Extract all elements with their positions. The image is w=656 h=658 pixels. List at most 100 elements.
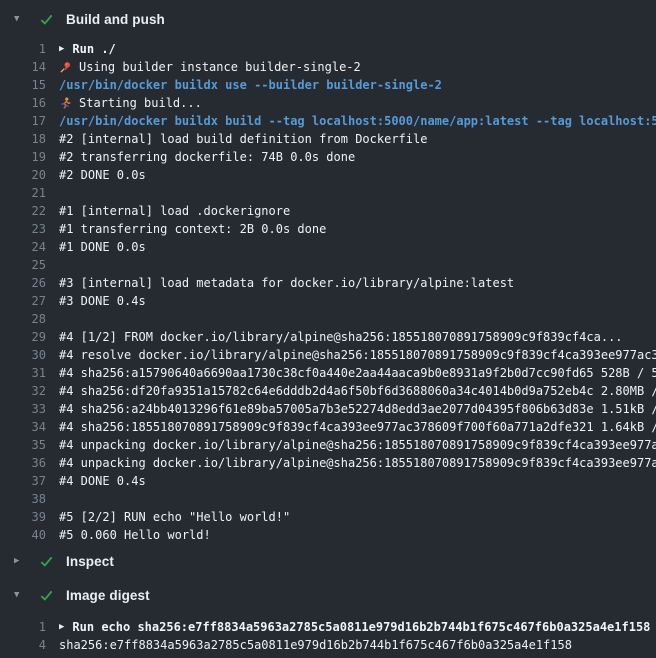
line-number[interactable]: 18 (0, 130, 46, 148)
line-number[interactable]: 15 (0, 76, 46, 94)
line-number[interactable]: 23 (0, 220, 46, 238)
chevron-right-icon: ▶ (14, 557, 27, 566)
log-line-content: #1 transferring context: 2B 0.0s done (59, 220, 326, 238)
line-number[interactable]: 28 (0, 310, 46, 328)
line-number[interactable]: 40 (0, 526, 46, 544)
log-line-text: #2 transferring dockerfile: 74B 0.0s don… (59, 148, 355, 166)
line-number[interactable]: 24 (0, 238, 46, 256)
log-line-text: #5 0.060 Hello world! (59, 526, 211, 544)
log-line-content: ▶ Run echo sha256:e7ff8834a5963a2785c5a08… (59, 618, 650, 636)
log-line-text: Run echo sha256:e7ff8834a5963a2785c5a081… (72, 618, 650, 636)
log-line-text: #4 sha256:185518070891758909c9f839cf4ca3… (59, 418, 656, 436)
line-number[interactable]: 20 (0, 166, 46, 184)
log-line-content: #4 sha256:a24bb4013296f61e89ba57005a7b3e… (59, 400, 656, 418)
log-line: 39 #5 [2/2] RUN echo "Hello world!" (0, 508, 656, 526)
log-line-content: #4 sha256:df20fa9351a15782c64e6dddb2d4a6… (59, 382, 656, 400)
pushpin-icon (59, 61, 72, 74)
log-line: 20 #2 DONE 0.0s (0, 166, 656, 184)
line-number[interactable]: 36 (0, 454, 46, 472)
log-line-content: #4 unpacking docker.io/library/alpine@sh… (59, 454, 656, 472)
log-line-text: /usr/bin/docker buildx build --tag local… (59, 112, 656, 130)
log-line: 40 #5 0.060 Hello world! (0, 526, 656, 544)
log-line-text: #4 unpacking docker.io/library/alpine@sh… (59, 454, 656, 472)
log-line: 30 #4 resolve docker.io/library/alpine@s… (0, 346, 656, 364)
section-header-build-and-push[interactable]: ▼ Build and push (0, 2, 656, 36)
log-line-content: Starting build... (59, 94, 202, 112)
log-line: 1 ▶Run ./ (0, 40, 656, 58)
log-line: 16 Starting build... (0, 94, 656, 112)
run-expander-icon[interactable]: ▶ (59, 623, 64, 632)
log-line-content: #1 [internal] load .dockerignore (59, 202, 290, 220)
line-number[interactable]: 30 (0, 346, 46, 364)
line-number[interactable]: 21 (0, 184, 46, 202)
log-lines: 1 ▶Run ./ 14 Using builder instance buil… (0, 36, 656, 544)
line-number[interactable]: 39 (0, 508, 46, 526)
log-line: 14 Using builder instance builder-single… (0, 58, 656, 76)
section-header-image-digest[interactable]: ▼ Image digest (0, 578, 656, 612)
log-line-text: #2 [internal] load build definition from… (59, 130, 427, 148)
log-line-text: #4 DONE 0.4s (59, 472, 146, 490)
log-line-content: #3 DONE 0.4s (59, 292, 146, 310)
log-line-text: #1 [internal] load .dockerignore (59, 202, 290, 220)
line-number[interactable]: 1 (0, 618, 46, 636)
section-title: Image digest (66, 588, 150, 603)
log-line: 17 /usr/bin/docker buildx build --tag lo… (0, 112, 656, 130)
log-line-content: /usr/bin/docker buildx use --builder bui… (59, 76, 442, 94)
workflow-log-viewer: ▼ Build and push 1 ▶Run ./ 14 Using buil… (0, 0, 656, 658)
line-number[interactable]: 25 (0, 256, 46, 274)
log-line-text: #4 sha256:df20fa9351a15782c64e6dddb2d4a6… (59, 382, 656, 400)
section-header-inspect[interactable]: ▶ Inspect (0, 544, 656, 578)
log-line-content: #4 sha256:185518070891758909c9f839cf4ca3… (59, 418, 656, 436)
line-number[interactable]: 34 (0, 418, 46, 436)
log-line-content: #5 0.060 Hello world! (59, 526, 211, 544)
check-icon (39, 554, 54, 569)
log-line-content: /usr/bin/docker buildx build --tag local… (59, 112, 656, 130)
log-line: 24 #1 DONE 0.0s (0, 238, 656, 256)
line-number[interactable]: 26 (0, 274, 46, 292)
log-line-text: #4 unpacking docker.io/library/alpine@sh… (59, 436, 656, 454)
line-number[interactable]: 37 (0, 472, 46, 490)
check-icon (39, 588, 54, 603)
log-line-content: #4 DONE 0.4s (59, 472, 146, 490)
section-title: Inspect (66, 554, 114, 569)
run-expander-icon[interactable]: ▶ (59, 45, 64, 54)
line-number[interactable]: 17 (0, 112, 46, 130)
log-line: 36 #4 unpacking docker.io/library/alpine… (0, 454, 656, 472)
log-line: 1 ▶ Run echo sha256:e7ff8834a5963a2785c5a… (0, 618, 656, 636)
log-line-content: #5 [2/2] RUN echo "Hello world!" (59, 508, 290, 526)
line-number[interactable]: 38 (0, 490, 46, 508)
log-section: ▶ Inspect (0, 544, 656, 578)
line-number[interactable]: 32 (0, 382, 46, 400)
line-number[interactable]: 14 (0, 58, 46, 76)
log-line-content: ▶Run ./ (59, 40, 116, 58)
line-number[interactable]: 31 (0, 364, 46, 382)
line-number[interactable]: 16 (0, 94, 46, 112)
line-number[interactable]: 35 (0, 436, 46, 454)
log-line-text: Starting build... (79, 94, 202, 112)
log-line: 15 /usr/bin/docker buildx use --builder … (0, 76, 656, 94)
line-number[interactable]: 4 (0, 636, 46, 654)
line-number[interactable]: 19 (0, 148, 46, 166)
log-line-text: #1 DONE 0.0s (59, 238, 146, 256)
log-line: 18 #2 [internal] load build definition f… (0, 130, 656, 148)
log-line-text: #3 DONE 0.4s (59, 292, 146, 310)
log-line-content: #2 transferring dockerfile: 74B 0.0s don… (59, 148, 355, 166)
log-line: 26 #3 [internal] load metadata for docke… (0, 274, 656, 292)
log-line-content: sha256:e7ff8834a5963a2785c5a0811e979d16b… (59, 636, 572, 654)
line-number[interactable]: 22 (0, 202, 46, 220)
log-line: 32 #4 sha256:df20fa9351a15782c64e6dddb2d… (0, 382, 656, 400)
line-number[interactable]: 33 (0, 400, 46, 418)
log-line-content: #4 sha256:a15790640a6690aa1730c38cf0a440… (59, 364, 656, 382)
log-line-text: #4 resolve docker.io/library/alpine@sha2… (59, 346, 656, 364)
log-line: 21 (0, 184, 656, 202)
line-number[interactable]: 1 (0, 40, 46, 58)
log-section: ▼ Image digest 1 ▶ Run echo sha256:e7ff88… (0, 578, 656, 654)
line-number[interactable]: 27 (0, 292, 46, 310)
log-line-text: #4 sha256:a24bb4013296f61e89ba57005a7b3e… (59, 400, 656, 418)
log-line: 25 (0, 256, 656, 274)
line-number[interactable]: 29 (0, 328, 46, 346)
log-line: 35 #4 unpacking docker.io/library/alpine… (0, 436, 656, 454)
log-line-content: Using builder instance builder-single-2 (59, 58, 361, 76)
log-line: 34 #4 sha256:185518070891758909c9f839cf4… (0, 418, 656, 436)
chevron-down-icon: ▼ (14, 15, 27, 24)
